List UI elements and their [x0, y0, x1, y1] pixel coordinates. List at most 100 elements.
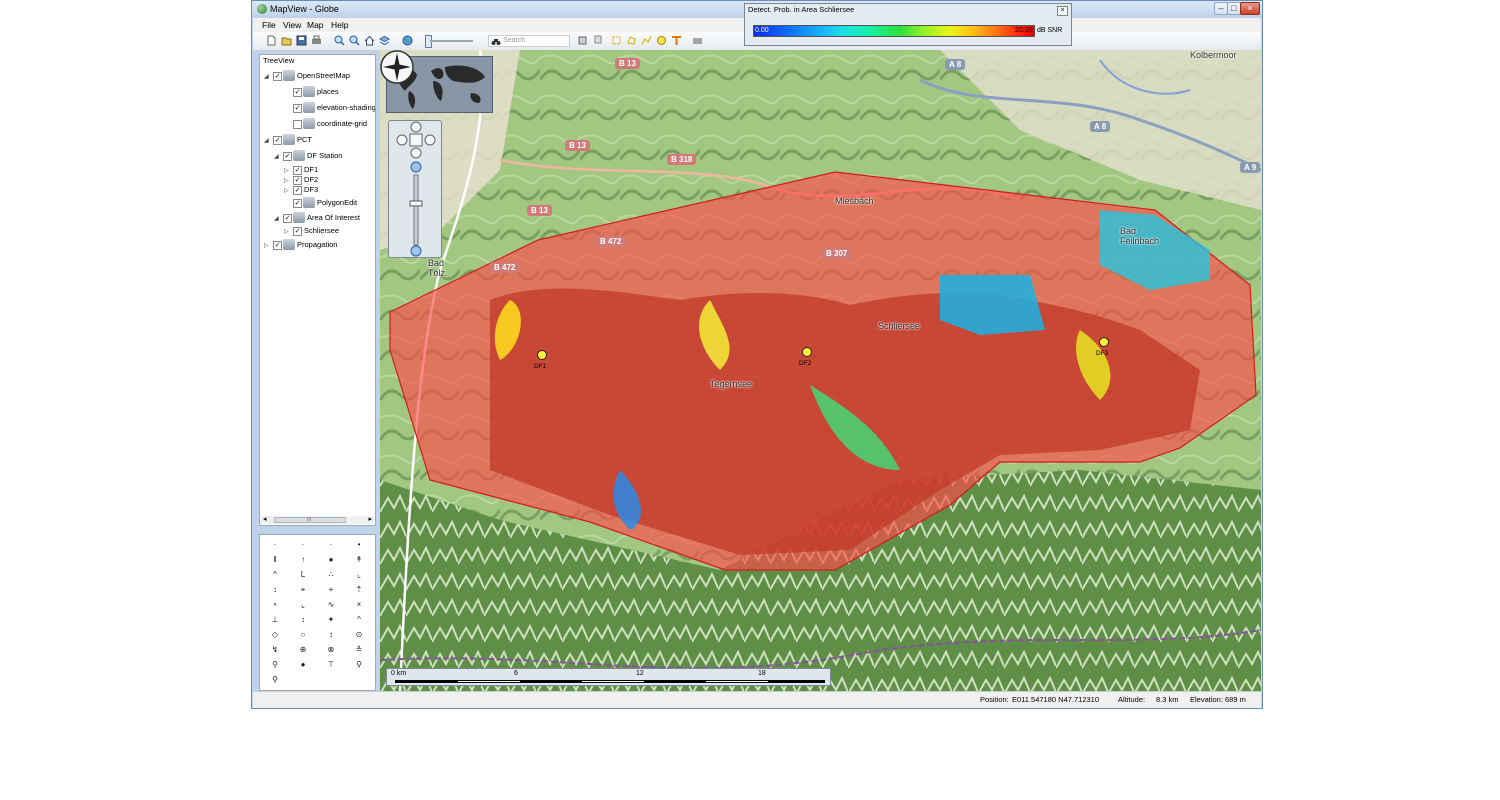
new-file-icon[interactable] — [266, 35, 277, 46]
layer-checkbox[interactable]: ✓ — [273, 136, 282, 145]
map-canvas[interactable] — [380, 50, 1261, 691]
map-symbol-icon[interactable]: ‖ — [268, 554, 282, 566]
select-rect-icon[interactable] — [611, 35, 622, 46]
map-symbol-icon[interactable]: ⌞ — [296, 599, 310, 611]
open-folder-icon[interactable] — [281, 35, 292, 46]
map-symbol-icon[interactable]: ⌖ — [296, 584, 310, 596]
map-symbol-icon[interactable]: • — [352, 539, 366, 551]
map-symbol-icon[interactable]: ⊕ — [296, 644, 310, 656]
menu-map[interactable]: Map — [307, 20, 324, 30]
zoom-in-icon[interactable] — [334, 35, 345, 46]
layers-icon[interactable] — [379, 35, 390, 46]
map-symbol-icon[interactable]: × — [352, 599, 366, 611]
df-station-marker[interactable] — [1099, 337, 1109, 347]
position-label: Position: — [980, 695, 1009, 704]
close-button[interactable]: × — [1240, 2, 1260, 15]
df-station-marker[interactable] — [537, 350, 547, 360]
scrollbar-thumb[interactable]: III — [274, 517, 346, 523]
map-symbol-icon[interactable]: ● — [324, 554, 338, 566]
map-symbol-icon[interactable]: + — [324, 584, 338, 596]
pan-zoom-controls[interactable] — [389, 121, 443, 259]
menu-file[interactable]: File — [262, 20, 276, 30]
map-symbol-icon[interactable]: ↕ — [296, 614, 310, 626]
layer-checkbox[interactable] — [293, 120, 302, 129]
tree-horizontal-scrollbar[interactable]: ◂ III ▸ — [261, 516, 374, 524]
zoom-out-icon[interactable] — [349, 35, 360, 46]
layer-checkbox[interactable]: ✓ — [273, 72, 282, 81]
layer-checkbox[interactable]: ✓ — [273, 241, 282, 250]
polygon-tool-icon[interactable] — [626, 35, 637, 46]
scroll-left-arrow[interactable]: ◂ — [263, 515, 267, 523]
map-symbol-icon[interactable]: ∿ — [324, 599, 338, 611]
maximize-button[interactable]: □ — [1227, 2, 1241, 15]
polyline-tool-icon[interactable] — [641, 35, 652, 46]
map-symbol-icon[interactable]: ^ — [268, 569, 282, 581]
layer-checkbox[interactable]: ✓ — [283, 152, 292, 161]
df-station-marker[interactable] — [802, 347, 812, 357]
map-symbol-icon[interactable]: ⊥ — [268, 614, 282, 626]
map-symbol-icon[interactable]: ○ — [296, 629, 310, 641]
map-symbol-icon[interactable]: ≚ — [352, 644, 366, 656]
home-icon[interactable] — [364, 35, 375, 46]
expander-icon[interactable]: ▷ — [284, 177, 289, 184]
town-label: Bad Tölz — [428, 258, 446, 278]
globe-icon[interactable] — [402, 35, 413, 46]
map-symbol-icon[interactable]: ↟ — [352, 554, 366, 566]
map-symbol-icon[interactable]: ⚲ — [352, 659, 366, 671]
map-symbol-icon[interactable]: ^ — [352, 614, 366, 626]
text-tool-icon[interactable] — [671, 35, 682, 46]
expander-icon[interactable]: ◢ — [264, 137, 269, 144]
map-symbol-icon[interactable]: ⊤ — [324, 659, 338, 671]
map-symbol-icon[interactable]: ⇡ — [352, 584, 366, 596]
expander-icon[interactable]: ◢ — [274, 153, 279, 160]
map-view[interactable]: B 13 B 13 B 13 B 318 B 472 B 472 B 307 A… — [380, 50, 1261, 691]
map-symbol-icon[interactable]: · — [296, 539, 310, 551]
menu-view[interactable]: View — [283, 20, 301, 30]
layer-checkbox[interactable]: ✓ — [293, 186, 302, 195]
map-symbol-icon[interactable]: · — [268, 539, 282, 551]
scroll-right-arrow[interactable]: ▸ — [368, 515, 372, 523]
edit-tool-icon[interactable] — [577, 35, 588, 46]
expander-icon[interactable]: ◢ — [274, 215, 279, 222]
map-symbol-icon[interactable]: ● — [296, 659, 310, 671]
layer-checkbox[interactable]: ✓ — [293, 166, 302, 175]
expander-icon[interactable]: ▷ — [284, 228, 289, 235]
layer-checkbox[interactable]: ✓ — [293, 227, 302, 236]
print-icon[interactable] — [311, 35, 322, 46]
map-symbol-icon[interactable]: ↯ — [268, 644, 282, 656]
menu-help[interactable]: Help — [331, 20, 348, 30]
circle-tool-icon[interactable] — [656, 35, 667, 46]
map-symbol-icon[interactable]: ⊗ — [324, 644, 338, 656]
map-symbol-icon[interactable]: ⚲ — [268, 659, 282, 671]
layer-checkbox[interactable]: ✓ — [293, 88, 302, 97]
options-icon[interactable] — [692, 35, 703, 46]
map-symbol-icon[interactable]: ◇ — [268, 629, 282, 641]
map-symbol-icon[interactable]: L — [296, 569, 310, 581]
minimize-button[interactable]: – — [1214, 2, 1228, 15]
map-symbol-icon[interactable]: ⚲ — [268, 674, 282, 686]
legend-close-button[interactable]: × — [1057, 6, 1068, 16]
map-symbol-icon[interactable]: ✦ — [324, 614, 338, 626]
detection-legend-window[interactable]: Detect. Prob. in Area Schliersee × 0.00 … — [744, 3, 1072, 46]
layer-checkbox[interactable]: ✓ — [283, 214, 292, 223]
expander-icon[interactable]: ▷ — [284, 187, 289, 194]
copy-tool-icon[interactable] — [592, 35, 603, 46]
layer-checkbox[interactable]: ✓ — [293, 199, 302, 208]
expander-icon[interactable]: ▷ — [284, 167, 289, 174]
layer-checkbox[interactable]: ✓ — [293, 104, 302, 113]
map-symbol-icon[interactable]: ⊙ — [352, 629, 366, 641]
map-symbol-icon[interactable]: ↑ — [296, 554, 310, 566]
map-symbol-icon[interactable]: ∴ — [324, 569, 338, 581]
save-icon[interactable] — [296, 35, 307, 46]
search-input[interactable]: Search — [488, 35, 570, 47]
map-symbol-icon[interactable]: · — [324, 539, 338, 551]
compass-rose-icon[interactable] — [380, 50, 414, 84]
map-symbol-icon[interactable]: ↕ — [324, 629, 338, 641]
expander-icon[interactable]: ◢ — [264, 73, 269, 80]
expander-icon[interactable]: ▷ — [264, 242, 269, 249]
map-symbol-icon[interactable]: ↕ — [268, 584, 282, 596]
opacity-slider-track[interactable] — [430, 40, 473, 42]
layer-checkbox[interactable]: ✓ — [293, 176, 302, 185]
map-symbol-icon[interactable]: ∘ — [268, 599, 282, 611]
map-symbol-icon[interactable]: ⌞ — [352, 569, 366, 581]
